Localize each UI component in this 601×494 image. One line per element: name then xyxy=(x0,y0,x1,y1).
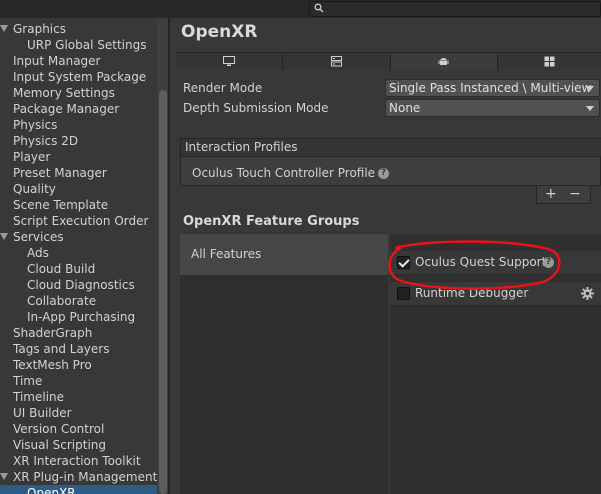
depth-submission-label: Depth Submission Mode xyxy=(183,101,329,115)
sidebar-item-label: XR Interaction Toolkit xyxy=(13,454,141,468)
render-mode-value: Single Pass Instanced \ Multi-view xyxy=(389,81,592,95)
tab-desktop[interactable] xyxy=(176,53,283,70)
feature-groups-list: All Features xyxy=(180,234,388,494)
sidebar-item-label: Cloud Build xyxy=(27,262,96,276)
sidebar-item-label: Quality xyxy=(13,182,56,196)
depth-submission-value: None xyxy=(389,101,421,115)
search-input[interactable] xyxy=(309,1,601,17)
settings-tree: Graphics URP Global Settings Input Manager… xyxy=(0,18,169,494)
sidebar-item-label: Services xyxy=(13,230,64,244)
depth-submission-dropdown[interactable]: None xyxy=(385,99,600,117)
server-icon xyxy=(331,56,342,67)
sidebar-item-label: TextMesh Pro xyxy=(13,358,92,372)
sidebar-item-label: Input Manager xyxy=(13,54,101,68)
sidebar-item-label: Preset Manager xyxy=(13,166,107,180)
search-icon xyxy=(314,3,324,13)
sidebar-item-label: Physics 2D xyxy=(13,134,79,148)
sidebar-item-label: Cloud Diagnostics xyxy=(27,278,135,292)
tab-android[interactable] xyxy=(391,53,498,70)
render-mode-label: Render Mode xyxy=(183,81,263,95)
chevron-down-icon xyxy=(586,106,594,111)
top-bar xyxy=(0,0,601,18)
tab-windows[interactable] xyxy=(498,53,601,70)
interaction-profiles-list: Interaction Profiles Oculus Touch Contro… xyxy=(180,138,601,186)
sidebar-item-label: Tags and Layers xyxy=(13,342,110,356)
sidebar-item-label: OpenXR xyxy=(27,486,76,494)
sidebar-item-label: Time xyxy=(13,374,43,388)
feature-group-all[interactable]: All Features xyxy=(180,234,388,275)
sidebar-item-label: XR Plug-in Management xyxy=(13,470,158,484)
sidebar-item-label: Input System Package xyxy=(13,70,147,84)
sidebar-item-label: URP Global Settings xyxy=(27,38,147,52)
expand-arrow-icon[interactable] xyxy=(0,233,8,240)
desktop-icon xyxy=(223,56,235,66)
sidebar-item-label: Visual Scripting xyxy=(13,438,106,452)
platform-tabs xyxy=(176,52,601,70)
sidebar-item-label: In-App Purchasing xyxy=(27,310,136,324)
sidebar-item-label: Memory Settings xyxy=(13,86,115,100)
feature-label: Runtime Debugger xyxy=(415,286,529,300)
sidebar-item-label: Package Manager xyxy=(13,102,120,116)
sidebar-item-label: Version Control xyxy=(13,422,105,436)
list-footer: + − xyxy=(536,186,591,204)
feature-label: Oculus Quest Support xyxy=(415,255,547,269)
oculus-quest-checkbox[interactable] xyxy=(397,256,410,269)
sidebar-item-label: UI Builder xyxy=(13,406,72,420)
list-item[interactable]: Oculus Touch Controller Profile xyxy=(192,166,375,180)
render-mode-dropdown[interactable]: Single Pass Instanced \ Multi-view xyxy=(385,79,600,97)
sidebar-item-label: Player xyxy=(13,150,51,164)
features-list: Oculus Quest Support ? Runtime Debugger xyxy=(390,234,601,494)
feature-row-runtime-debugger: Runtime Debugger xyxy=(390,282,601,306)
feature-row-oculus-quest: Oculus Quest Support ? xyxy=(390,251,601,275)
sidebar-item-label: Ads xyxy=(27,246,49,260)
help-icon[interactable]: ? xyxy=(543,257,554,268)
page-title: OpenXR xyxy=(181,22,258,42)
openxr-settings-panel: OpenXR Render Mode Single Pass Instanced… xyxy=(170,18,601,494)
sidebar-item-label: Script Execution Order xyxy=(13,214,149,228)
feature-groups-title: OpenXR Feature Groups xyxy=(183,214,360,229)
windows-icon xyxy=(544,56,555,67)
runtime-debugger-checkbox[interactable] xyxy=(397,287,410,300)
sidebar-item-openxr[interactable]: OpenXR xyxy=(0,485,157,494)
sidebar-item-label: Collaborate xyxy=(27,294,97,308)
sidebar-item-label: ShaderGraph xyxy=(13,326,93,340)
sidebar-item-label: Scene Template xyxy=(13,198,109,212)
interaction-profiles-header: Interaction Profiles xyxy=(181,139,601,157)
help-icon[interactable]: ? xyxy=(378,168,389,179)
sidebar-item-label: Timeline xyxy=(13,390,65,404)
sidebar-item-label: Physics xyxy=(13,118,58,132)
expand-arrow-icon[interactable] xyxy=(0,473,8,480)
add-profile-button[interactable]: + xyxy=(545,186,557,202)
android-icon xyxy=(438,58,449,65)
expand-arrow-icon[interactable] xyxy=(0,25,8,32)
tab-server[interactable] xyxy=(283,53,391,70)
profile-label: Oculus Touch Controller Profile xyxy=(192,166,376,180)
gear-icon[interactable] xyxy=(581,287,594,300)
tree-scroll-thumb[interactable] xyxy=(159,90,167,494)
chevron-down-icon xyxy=(586,86,594,91)
remove-profile-button[interactable]: − xyxy=(569,186,581,202)
sidebar-item-label: Graphics xyxy=(13,22,66,36)
